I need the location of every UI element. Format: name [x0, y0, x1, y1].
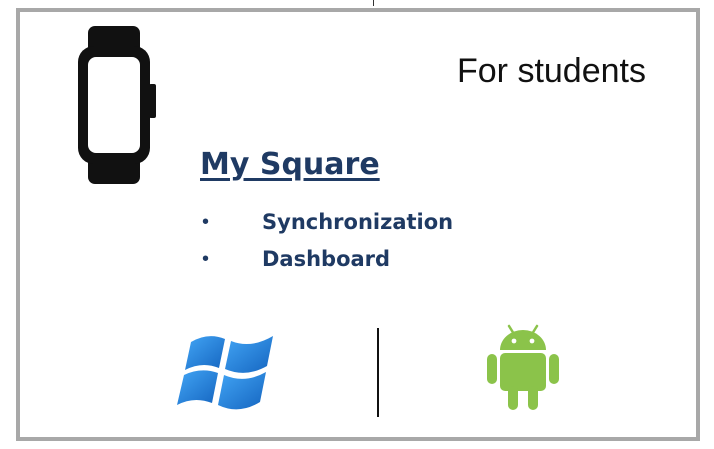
bullet-icon: • — [202, 248, 210, 270]
page-heading: For students — [457, 52, 646, 90]
feature-dashboard: Dashboard — [262, 247, 391, 271]
windows-logo-icon — [177, 336, 273, 410]
app-title-link[interactable]: My Square — [200, 147, 380, 182]
divider — [377, 328, 379, 417]
top-tick-mark — [373, 0, 374, 6]
smartwatch-icon — [78, 26, 156, 184]
bullet-icon: • — [202, 211, 210, 233]
slide-panel: For students My Square • Synchronization… — [16, 8, 700, 441]
android-logo-icon — [487, 324, 559, 410]
feature-synchronization: Synchronization — [262, 210, 454, 234]
